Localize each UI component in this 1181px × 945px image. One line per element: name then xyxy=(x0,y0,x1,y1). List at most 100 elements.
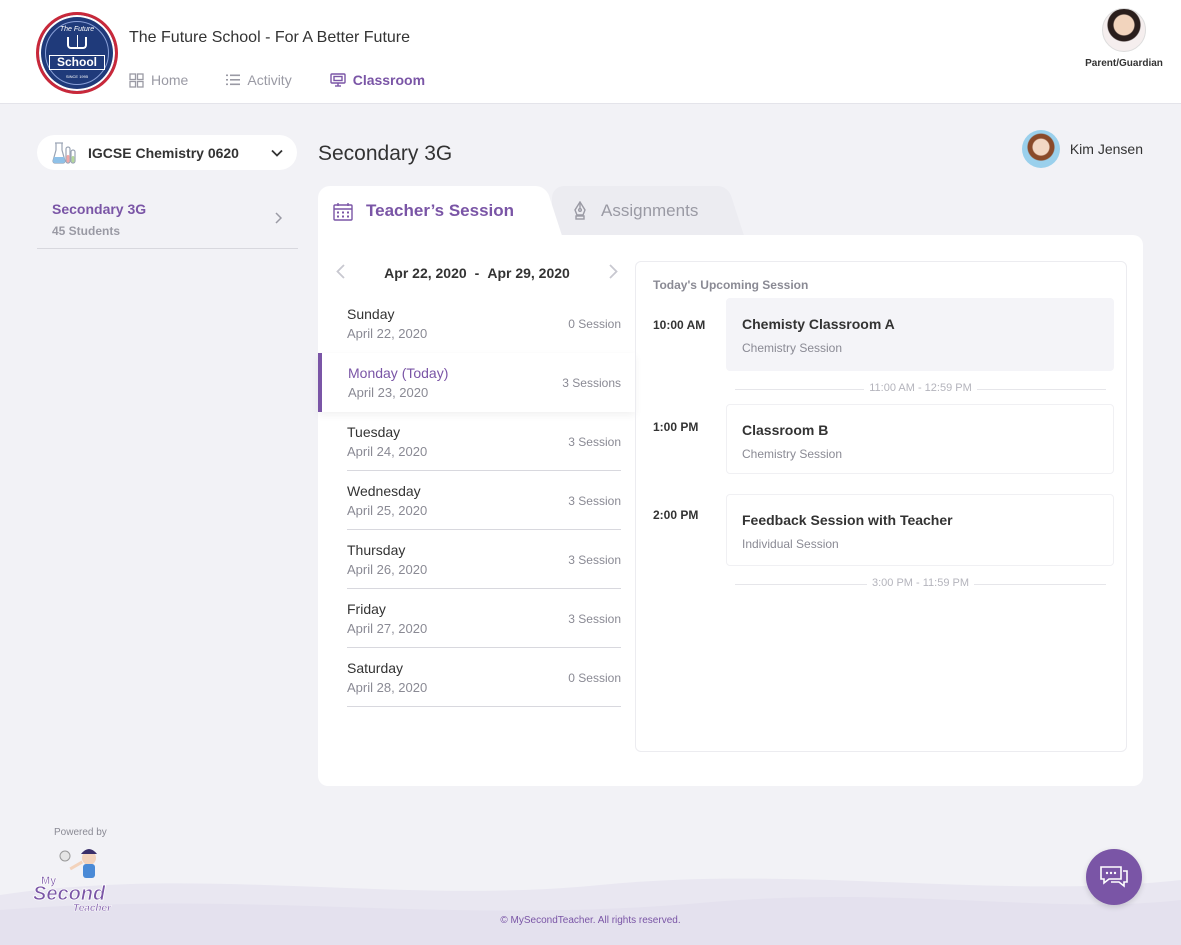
school-logo[interactable]: The Future School SINCE 1995 xyxy=(36,12,118,94)
day-name: Friday xyxy=(347,601,386,617)
chat-button[interactable] xyxy=(1086,849,1142,905)
day-date: April 26, 2020 xyxy=(347,562,428,577)
session-card[interactable]: Classroom B Chemistry Session xyxy=(726,404,1114,474)
school-name: The Future School - For A Better Future xyxy=(129,29,411,46)
page-title: Secondary 3G xyxy=(318,142,453,165)
day-session-count: 3 Session xyxy=(568,494,621,508)
class-name: Secondary 3G xyxy=(52,201,147,217)
calendar-icon xyxy=(333,202,353,221)
day-date: April 27, 2020 xyxy=(347,621,428,636)
teacher-avatar xyxy=(1021,130,1060,168)
logo-banner-text: School xyxy=(49,55,105,70)
teacher-name: Kim Jensen xyxy=(1069,141,1143,157)
nav-activity[interactable]: Activity xyxy=(226,72,292,88)
free-time-gap: 11:00 AM - 12:59 PM xyxy=(735,382,1106,396)
week-end: Apr 29, 2020 xyxy=(487,265,570,281)
chevron-right-icon xyxy=(275,212,282,224)
user-menu[interactable]: Parent/Guardian xyxy=(1079,8,1169,69)
main-nav: Home Activity Classroom xyxy=(129,72,463,88)
week-range: Apr 22, 2020- Apr 29, 2020 xyxy=(336,265,618,281)
user-avatar xyxy=(1102,8,1146,52)
session-title: Feedback Session with Teacher xyxy=(742,512,953,528)
tab-teachers-session[interactable]: Teacher’s Session xyxy=(318,186,538,236)
logo-since-text: SINCE 1995 xyxy=(65,74,89,79)
powered-by-label: Powered by xyxy=(54,827,107,838)
lab-flask-icon xyxy=(52,141,76,164)
logo-arc-text: The Future xyxy=(59,26,95,33)
gap-time: 3:00 PM - 11:59 PM xyxy=(866,577,974,589)
day-name: Monday (Today) xyxy=(348,365,449,381)
day-item[interactable]: Sunday April 22, 2020 0 Session xyxy=(347,294,621,353)
week-separator: - xyxy=(474,265,480,281)
upcoming-sessions: Today's Upcoming Session 10:00 AM Chemis… xyxy=(635,261,1127,752)
day-item[interactable]: Friday April 27, 2020 3 Session xyxy=(347,589,621,648)
session-panel: Apr 22, 2020- Apr 29, 2020 Sunday April 2… xyxy=(318,235,1143,786)
tab-assignments[interactable]: Assignments xyxy=(552,186,724,236)
grid-icon xyxy=(129,72,144,88)
day-session-count: 3 Session xyxy=(568,553,621,567)
nav-activity-label: Activity xyxy=(247,72,292,88)
session-card[interactable]: Chemisty Classroom A Chemistry Session xyxy=(726,298,1114,371)
brand-line-2: Second xyxy=(33,883,106,905)
nav-home[interactable]: Home xyxy=(129,72,188,88)
monitor-icon xyxy=(330,73,346,87)
course-dropdown[interactable]: IGCSE Chemistry 0620 xyxy=(37,135,297,170)
day-session-count: 3 Session xyxy=(568,612,621,626)
brand-line-3: Teacher xyxy=(73,903,112,914)
day-name: Thursday xyxy=(347,542,406,558)
day-name: Wednesday xyxy=(347,483,421,499)
nav-classroom-label: Classroom xyxy=(352,72,426,88)
week-navigator: Apr 22, 2020- Apr 29, 2020 xyxy=(336,262,618,284)
list-icon xyxy=(226,74,241,86)
tab-teachers-session-label: Teacher’s Session xyxy=(366,201,515,220)
session-card[interactable]: Feedback Session with Teacher Individual… xyxy=(726,494,1114,566)
day-date: April 22, 2020 xyxy=(347,326,428,341)
day-date: April 25, 2020 xyxy=(347,503,428,518)
session-subtitle: Individual Session xyxy=(742,537,839,551)
pen-icon xyxy=(574,201,586,220)
slot-time: 2:00 PM xyxy=(653,508,699,522)
chat-icon xyxy=(1100,866,1128,888)
week-start: Apr 22, 2020 xyxy=(384,265,467,281)
day-item[interactable]: Wednesday April 25, 2020 3 Session xyxy=(347,471,621,530)
session-subtitle: Chemistry Session xyxy=(742,341,843,355)
chevron-right-icon[interactable] xyxy=(609,264,618,279)
chevron-down-icon xyxy=(271,149,283,157)
day-name: Saturday xyxy=(347,660,404,676)
copyright-text: © MySecondTeacher. All rights reserved. xyxy=(500,915,681,926)
nav-classroom[interactable]: Classroom xyxy=(330,72,425,88)
mysecondteacher-logo[interactable]: My Second Teacher xyxy=(31,844,135,914)
gap-text: 11:00 AM - 12:59 PM xyxy=(735,382,1106,394)
slot-time: 10:00 AM xyxy=(653,318,706,332)
day-item-today[interactable]: Monday (Today) April 23, 2020 3 Sessions xyxy=(318,353,635,412)
student-count: 45 Students xyxy=(52,224,121,238)
day-session-count: 3 Sessions xyxy=(562,376,621,390)
day-session-count: 3 Session xyxy=(568,435,621,449)
top-header: The Future School SINCE 1995 The Future … xyxy=(0,0,1181,104)
tab-assignments-label: Assignments xyxy=(601,201,699,220)
nav-home-label: Home xyxy=(151,72,189,88)
gap-text: 3:00 PM - 11:59 PM xyxy=(735,577,1106,589)
course-name: IGCSE Chemistry 0620 xyxy=(88,144,239,161)
session-title: Classroom B xyxy=(742,422,829,438)
session-subtitle: Chemistry Session xyxy=(742,447,843,461)
day-item[interactable]: Tuesday April 24, 2020 3 Session xyxy=(347,412,621,471)
day-date: April 28, 2020 xyxy=(347,680,428,695)
footer-wave xyxy=(0,878,1181,945)
session-title: Chemisty Classroom A xyxy=(742,316,895,332)
day-name: Sunday xyxy=(347,306,395,322)
sidebar-item-class[interactable]: Secondary 3G 45 Students xyxy=(37,192,298,249)
book-icon xyxy=(67,35,87,49)
day-date: April 24, 2020 xyxy=(347,444,428,459)
day-name: Tuesday xyxy=(347,424,401,440)
day-item[interactable]: Thursday April 26, 2020 3 Session xyxy=(347,530,621,589)
day-item[interactable]: Saturday April 28, 2020 0 Session xyxy=(347,648,621,707)
day-list: Sunday April 22, 2020 0 Session Monday (… xyxy=(318,294,635,707)
user-role: Parent/Guardian xyxy=(1085,58,1163,69)
day-session-count: 0 Session xyxy=(568,671,621,685)
teacher-info[interactable]: Kim Jensen xyxy=(1021,130,1143,168)
day-date: April 23, 2020 xyxy=(348,385,429,400)
upcoming-heading: Today's Upcoming Session xyxy=(653,278,809,292)
day-session-count: 0 Session xyxy=(568,317,621,331)
free-time-gap: 3:00 PM - 11:59 PM xyxy=(735,577,1106,591)
